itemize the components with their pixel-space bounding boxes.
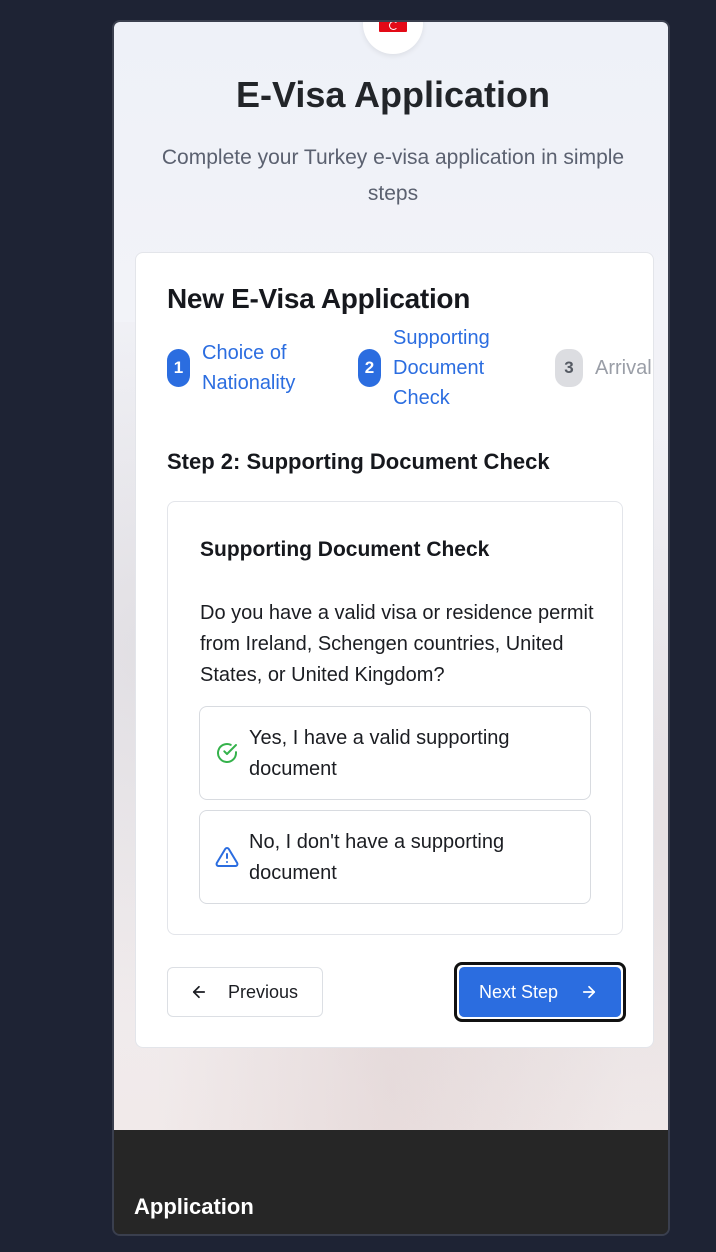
option-yes-button[interactable]: Yes, I have a valid supporting document (199, 706, 591, 800)
form-title: New E-Visa Application (167, 283, 471, 314)
step-nationality[interactable]: 1 Choice of Nationality (167, 323, 342, 413)
arrow-right-icon (582, 985, 596, 999)
step-arrival-information[interactable]: 3 Arrival Information (555, 323, 653, 413)
arrow-left-icon (192, 985, 206, 999)
next-step-button-label: Next Step (479, 981, 559, 1002)
check-circle-icon (217, 743, 237, 763)
application-card: New E-Visa Application 1 Choice of Natio… (135, 252, 654, 1048)
step-number: 3 (555, 349, 583, 387)
step-label: Arrival Information (595, 357, 653, 379)
page-subtitle: Complete your Turkey e-visa application … (161, 146, 625, 205)
step-label: Choice of Nationality (202, 342, 296, 394)
stepper: 1 Choice of Nationality 2 Supporting Doc… (167, 323, 653, 413)
option-no-button[interactable]: No, I don't have a supporting document (199, 810, 591, 904)
previous-button[interactable]: Previous (167, 967, 323, 1017)
next-step-button-body: Next Step (459, 967, 621, 1017)
footer-title: Application (134, 1194, 254, 1219)
device-frame: E-Visa Application Complete your Turkey … (112, 20, 670, 1236)
turkey-flag-icon (379, 22, 407, 32)
flag-badge (363, 22, 423, 54)
footer: Application (114, 1130, 668, 1234)
step-heading: Step 2: Supporting Document Check (167, 449, 550, 474)
step-number: 2 (358, 349, 381, 387)
section-title: Supporting Document Check (200, 538, 490, 561)
previous-button-label: Previous (228, 981, 299, 1002)
document-question: Do you have a valid visa or residence pe… (200, 602, 594, 686)
page-title: E-Visa Application (235, 74, 551, 115)
step-label: Supporting Document Check (393, 327, 490, 409)
step-number: 1 (167, 349, 190, 387)
warning-triangle-icon (215, 846, 239, 867)
option-no-label: No, I don't have a supporting document (249, 831, 505, 884)
document-check-panel: Supporting Document Check Do you have a … (167, 501, 623, 935)
hero-section: E-Visa Application Complete your Turkey … (114, 22, 668, 1130)
next-step-button[interactable]: Next Step (454, 962, 626, 1022)
step-supporting-document[interactable]: 2 Supporting Document Check (358, 323, 533, 413)
option-yes-label: Yes, I have a valid supporting document (249, 727, 510, 780)
